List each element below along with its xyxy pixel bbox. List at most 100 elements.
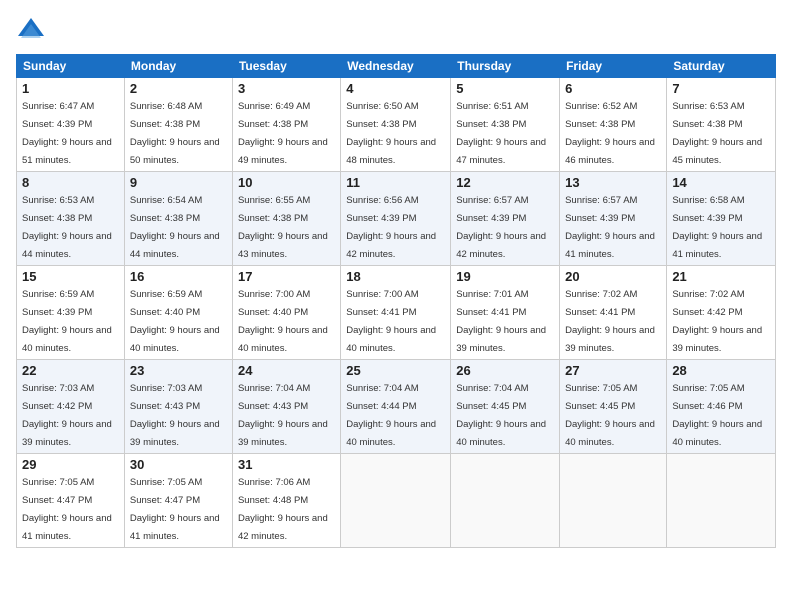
day-number: 6 [565,81,661,96]
calendar-cell: 31 Sunrise: 7:06 AMSunset: 4:48 PMDayligh… [232,454,340,548]
calendar-cell: 27Sunrise: 7:05 AMSunset: 4:45 PMDayligh… [560,360,667,454]
day-info: Sunrise: 7:00 AMSunset: 4:41 PMDaylight:… [346,289,436,354]
weekday-header: Thursday [451,55,560,78]
day-number: 20 [565,269,661,284]
day-number: 21 [672,269,770,284]
calendar-cell: 13 Sunrise: 6:57 AMSunset: 4:39 PMDayligh… [560,172,667,266]
day-info: Sunrise: 7:03 AMSunset: 4:43 PMDaylight:… [130,383,220,448]
day-info: Sunrise: 6:56 AMSunset: 4:39 PMDaylight:… [346,195,436,260]
calendar-cell: 16 Sunrise: 6:59 AMSunset: 4:40 PMDayligh… [124,266,232,360]
day-info: Sunrise: 6:47 AMSunset: 4:39 PMDaylight:… [22,101,112,166]
day-number: 8 [22,175,119,190]
day-number: 31 [238,457,335,472]
calendar-cell: 8 Sunrise: 6:53 AMSunset: 4:38 PMDaylight… [17,172,125,266]
day-info: Sunrise: 6:49 AMSunset: 4:38 PMDaylight:… [238,101,328,166]
day-number: 13 [565,175,661,190]
calendar-cell: 20 Sunrise: 7:02 AMSunset: 4:41 PMDayligh… [560,266,667,360]
calendar-cell: 1 Sunrise: 6:47 AMSunset: 4:39 PMDaylight… [17,78,125,172]
day-number: 10 [238,175,335,190]
weekday-header: Monday [124,55,232,78]
calendar-cell: 14 Sunrise: 6:58 AMSunset: 4:39 PMDayligh… [667,172,776,266]
day-info: Sunrise: 6:59 AMSunset: 4:40 PMDaylight:… [130,289,220,354]
weekday-header: Saturday [667,55,776,78]
calendar-cell [560,454,667,548]
day-number: 19 [456,269,554,284]
calendar-cell: 10 Sunrise: 6:55 AMSunset: 4:38 PMDayligh… [232,172,340,266]
calendar-table: SundayMondayTuesdayWednesdayThursdayFrid… [16,54,776,548]
calendar-cell: 2 Sunrise: 6:48 AMSunset: 4:38 PMDaylight… [124,78,232,172]
day-info: Sunrise: 7:00 AMSunset: 4:40 PMDaylight:… [238,289,328,354]
day-number: 23 [130,363,227,378]
calendar-week-row: 22 Sunrise: 7:03 AMSunset: 4:42 PMDayligh… [17,360,776,454]
logo-icon [16,16,46,46]
day-number: 29 [22,457,119,472]
calendar-cell: 26Sunrise: 7:04 AMSunset: 4:45 PMDayligh… [451,360,560,454]
day-info: Sunrise: 7:05 AMSunset: 4:46 PMDaylight:… [672,383,762,448]
day-info: Sunrise: 7:03 AMSunset: 4:42 PMDaylight:… [22,383,112,448]
day-number: 3 [238,81,335,96]
calendar-cell: 17 Sunrise: 7:00 AMSunset: 4:40 PMDayligh… [232,266,340,360]
day-info: Sunrise: 6:53 AMSunset: 4:38 PMDaylight:… [22,195,112,260]
day-info: Sunrise: 7:04 AMSunset: 4:44 PMDaylight:… [346,383,436,448]
day-info: Sunrise: 7:05 AMSunset: 4:45 PMDaylight:… [565,383,655,448]
calendar-cell: 19 Sunrise: 7:01 AMSunset: 4:41 PMDayligh… [451,266,560,360]
day-number: 5 [456,81,554,96]
day-info: Sunrise: 6:58 AMSunset: 4:39 PMDaylight:… [672,195,762,260]
day-number: 30 [130,457,227,472]
header [16,16,776,46]
calendar-cell: 24Sunrise: 7:04 AMSunset: 4:43 PMDayligh… [232,360,340,454]
day-number: 17 [238,269,335,284]
day-info: Sunrise: 6:52 AMSunset: 4:38 PMDaylight:… [565,101,655,166]
day-info: Sunrise: 7:01 AMSunset: 4:41 PMDaylight:… [456,289,546,354]
day-info: Sunrise: 6:48 AMSunset: 4:38 PMDaylight:… [130,101,220,166]
weekday-header: Friday [560,55,667,78]
day-info: Sunrise: 7:02 AMSunset: 4:41 PMDaylight:… [565,289,655,354]
calendar-cell: 7 Sunrise: 6:53 AMSunset: 4:38 PMDaylight… [667,78,776,172]
day-number: 15 [22,269,119,284]
day-number: 14 [672,175,770,190]
calendar-cell: 6 Sunrise: 6:52 AMSunset: 4:38 PMDaylight… [560,78,667,172]
day-info: Sunrise: 6:53 AMSunset: 4:38 PMDaylight:… [672,101,762,166]
day-number: 16 [130,269,227,284]
day-number: 7 [672,81,770,96]
day-info: Sunrise: 7:05 AMSunset: 4:47 PMDaylight:… [22,477,112,542]
calendar-cell [341,454,451,548]
day-number: 4 [346,81,445,96]
calendar-cell: 18 Sunrise: 7:00 AMSunset: 4:41 PMDayligh… [341,266,451,360]
day-info: Sunrise: 6:57 AMSunset: 4:39 PMDaylight:… [456,195,546,260]
day-info: Sunrise: 6:51 AMSunset: 4:38 PMDaylight:… [456,101,546,166]
day-info: Sunrise: 6:57 AMSunset: 4:39 PMDaylight:… [565,195,655,260]
day-info: Sunrise: 6:55 AMSunset: 4:38 PMDaylight:… [238,195,328,260]
day-number: 9 [130,175,227,190]
day-info: Sunrise: 7:05 AMSunset: 4:47 PMDaylight:… [130,477,220,542]
calendar-cell: 23 Sunrise: 7:03 AMSunset: 4:43 PMDayligh… [124,360,232,454]
day-info: Sunrise: 6:50 AMSunset: 4:38 PMDaylight:… [346,101,436,166]
weekday-header: Tuesday [232,55,340,78]
weekday-header: Wednesday [341,55,451,78]
calendar-body: 1 Sunrise: 6:47 AMSunset: 4:39 PMDaylight… [17,78,776,548]
calendar-week-row: 8 Sunrise: 6:53 AMSunset: 4:38 PMDaylight… [17,172,776,266]
calendar-cell: 25Sunrise: 7:04 AMSunset: 4:44 PMDayligh… [341,360,451,454]
day-number: 11 [346,175,445,190]
page: SundayMondayTuesdayWednesdayThursdayFrid… [0,0,792,612]
day-number: 22 [22,363,119,378]
calendar-cell: 15 Sunrise: 6:59 AMSunset: 4:39 PMDayligh… [17,266,125,360]
logo [16,16,48,46]
calendar-cell: 21Sunrise: 7:02 AMSunset: 4:42 PMDayligh… [667,266,776,360]
day-info: Sunrise: 7:06 AMSunset: 4:48 PMDaylight:… [238,477,328,542]
day-info: Sunrise: 6:54 AMSunset: 4:38 PMDaylight:… [130,195,220,260]
calendar-cell: 30 Sunrise: 7:05 AMSunset: 4:47 PMDayligh… [124,454,232,548]
day-number: 18 [346,269,445,284]
day-number: 1 [22,81,119,96]
calendar-cell: 28 Sunrise: 7:05 AMSunset: 4:46 PMDayligh… [667,360,776,454]
calendar-cell: 4 Sunrise: 6:50 AMSunset: 4:38 PMDaylight… [341,78,451,172]
calendar-cell: 29 Sunrise: 7:05 AMSunset: 4:47 PMDayligh… [17,454,125,548]
day-number: 28 [672,363,770,378]
calendar-cell [667,454,776,548]
day-number: 2 [130,81,227,96]
day-number: 26 [456,363,554,378]
day-info: Sunrise: 6:59 AMSunset: 4:39 PMDaylight:… [22,289,112,354]
day-number: 12 [456,175,554,190]
calendar-week-row: 15 Sunrise: 6:59 AMSunset: 4:39 PMDayligh… [17,266,776,360]
calendar-week-row: 29 Sunrise: 7:05 AMSunset: 4:47 PMDayligh… [17,454,776,548]
